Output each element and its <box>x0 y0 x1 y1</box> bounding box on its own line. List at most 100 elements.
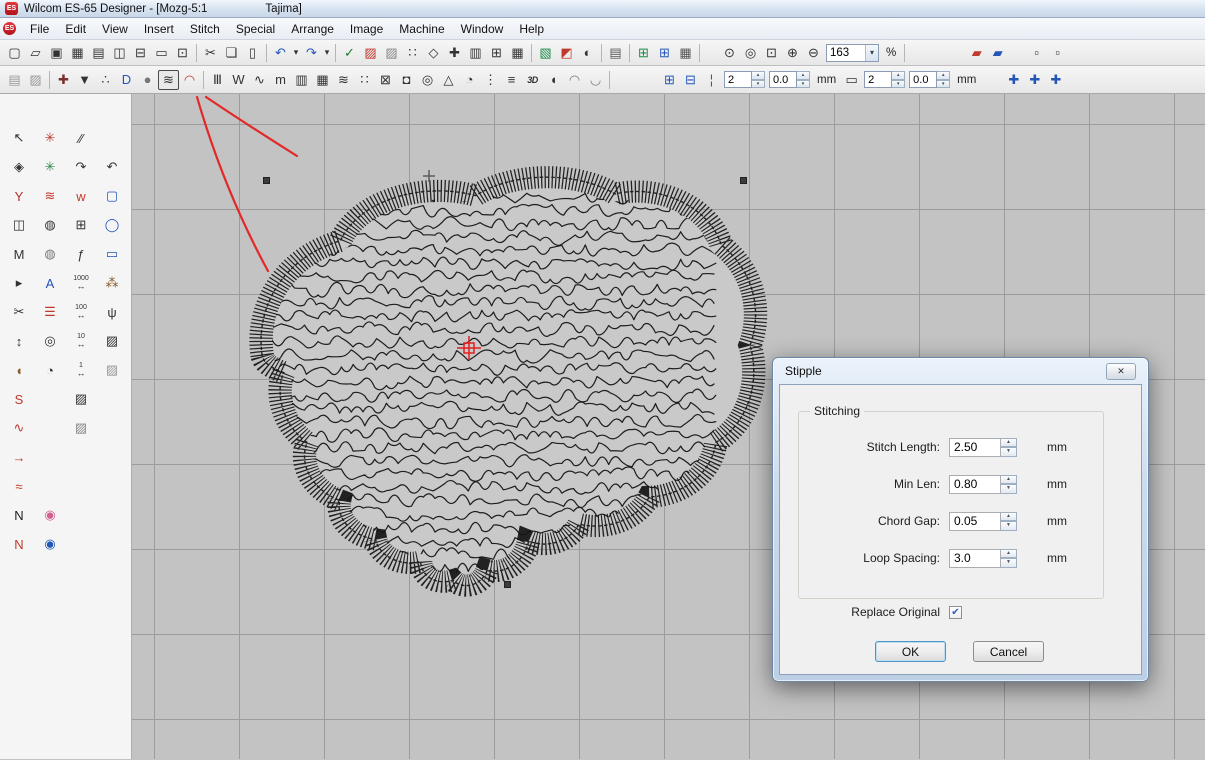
guide-offset-spinner-up[interactable]: ▲ <box>937 71 950 80</box>
pan-icon[interactable]: ✚ <box>1003 70 1024 90</box>
travel-1-tool[interactable]: 1↔ <box>69 358 93 382</box>
zigzag-run-tool[interactable]: ∿ <box>7 416 31 440</box>
menu-window[interactable]: Window <box>453 20 512 38</box>
loop-spacing-input[interactable] <box>949 549 1001 568</box>
zoom-in-icon[interactable]: ⊕ <box>782 43 803 63</box>
stipple-run-icon[interactable]: ≋ <box>158 70 179 90</box>
menu-file[interactable]: File <box>22 20 57 38</box>
texture-a-tool[interactable]: ▨ <box>100 329 124 353</box>
stitch-length-up[interactable]: ▲ <box>1001 438 1017 448</box>
chord-gap-down[interactable]: ▼ <box>1001 521 1017 531</box>
open-design-icon[interactable]: ▱ <box>25 43 46 63</box>
ripple-fill-icon[interactable]: ◔ <box>459 70 480 90</box>
zoom-previous-icon[interactable]: ◎ <box>740 43 761 63</box>
column-digitize-icon[interactable]: D <box>116 70 137 90</box>
jump-stitch-icon[interactable]: ∴ <box>95 70 116 90</box>
flower-fill-tool[interactable]: ✳ <box>38 126 62 150</box>
chord-gap-input[interactable] <box>949 512 1001 531</box>
zigzag-stitch-icon[interactable]: W <box>228 70 249 90</box>
kiosk-tool[interactable]: ◎ <box>38 329 62 353</box>
grid-offset-x-spinner-input[interactable] <box>769 71 797 88</box>
sequence-film-icon[interactable]: ▦ <box>675 43 696 63</box>
paste-icon[interactable]: ▯ <box>242 43 263 63</box>
cut-object-tool[interactable]: ✂ <box>7 300 31 324</box>
red-hatch-icon[interactable]: ▨ <box>360 43 381 63</box>
lettering-tool[interactable]: A <box>38 271 62 295</box>
menu-machine[interactable]: Machine <box>391 20 452 38</box>
ellipse-shape-tool[interactable]: ◯ <box>100 213 124 237</box>
stitch-length-down[interactable]: ▼ <box>1001 447 1017 457</box>
loop-spacing-up[interactable]: ▲ <box>1001 549 1017 559</box>
film-strip-icon[interactable]: ▤ <box>605 43 626 63</box>
run-n-tool[interactable]: N <box>7 503 31 527</box>
save-as-icon[interactable]: ▦ <box>67 43 88 63</box>
snap-grid-icon[interactable]: ⊟ <box>680 70 701 90</box>
new-design-icon[interactable]: ▢ <box>4 43 25 63</box>
copy-icon[interactable]: ❏ <box>221 43 242 63</box>
slow-redraw-tool[interactable]: ▸ <box>7 271 31 295</box>
rect-shape-tool[interactable]: ▭ <box>100 242 124 266</box>
print-icon[interactable]: ▤ <box>88 43 109 63</box>
stitch-list-icon[interactable]: ⊞ <box>486 43 507 63</box>
menu-view[interactable]: View <box>94 20 136 38</box>
min-len-up[interactable]: ▲ <box>1001 475 1017 485</box>
grid-punch-tool[interactable]: ⊞ <box>69 213 93 237</box>
cancel-button[interactable]: Cancel <box>973 641 1044 662</box>
grid-spacing-spinner-input[interactable] <box>724 71 752 88</box>
crosshair-icon[interactable]: ✚ <box>444 43 465 63</box>
document-logo-icon[interactable]: ES <box>3 22 16 35</box>
embroidery-design-object[interactable] <box>261 177 755 587</box>
replace-original-checkbox[interactable]: ✔ <box>949 606 962 619</box>
redo-dropdown-icon[interactable]: ▾ <box>322 43 332 63</box>
curve-bottom-icon[interactable]: ◡ <box>585 70 606 90</box>
blue-target-tool[interactable]: ◉ <box>38 532 62 556</box>
satin-stitch-icon[interactable]: Ⅲ <box>207 70 228 90</box>
guides-icon[interactable]: ¦ <box>701 70 722 90</box>
menu-insert[interactable]: Insert <box>136 20 182 38</box>
outline-lines-icon[interactable]: ≡ <box>501 70 522 90</box>
wave-run-tool[interactable]: w <box>69 184 93 208</box>
stipple-fill-icon[interactable]: ∷ <box>354 70 375 90</box>
print-preview-icon[interactable]: ◫ <box>109 43 130 63</box>
center-design-icon[interactable]: ✚ <box>1045 70 1066 90</box>
menu-edit[interactable]: Edit <box>57 20 94 38</box>
hatch-fill-tool[interactable]: ∕∕ <box>69 126 93 150</box>
send-email-icon[interactable]: ▭ <box>151 43 172 63</box>
min-len-input[interactable] <box>949 475 1001 494</box>
fur-stitch-tool[interactable]: ◍ <box>38 213 62 237</box>
guide-spacing-spinner-input[interactable] <box>864 71 892 88</box>
pink-target-tool[interactable]: ◉ <box>38 503 62 527</box>
travel-10-tool[interactable]: 10↔ <box>69 329 93 353</box>
motif-stamp-tool[interactable]: ◍ <box>38 242 62 266</box>
menu-image[interactable]: Image <box>342 20 391 38</box>
move-design-icon[interactable]: ✚ <box>1024 70 1045 90</box>
stitch-length-input[interactable] <box>949 438 1001 457</box>
cut-icon[interactable]: ✂ <box>200 43 221 63</box>
ruler-icon[interactable]: ▭ <box>841 70 862 90</box>
tatami-fill-icon[interactable]: ▥ <box>291 70 312 90</box>
min-len-down[interactable]: ▼ <box>1001 484 1017 494</box>
jump-run-tool[interactable]: → <box>7 445 31 469</box>
pattern-fill-icon[interactable]: ▦ <box>312 70 333 90</box>
contour-fill-icon[interactable]: ◎ <box>417 70 438 90</box>
grid-offset-x-spinner-down[interactable]: ▼ <box>797 80 810 89</box>
zoom-1x-icon[interactable]: ⊙ <box>719 43 740 63</box>
zoom-level-combo-dropdown[interactable]: ▾ <box>865 45 878 61</box>
reshape-tool[interactable]: ◈ <box>7 155 31 179</box>
needle-points-icon[interactable]: ✚ <box>53 70 74 90</box>
backdrop-dim-icon[interactable]: ▤ <box>4 70 25 90</box>
square-shape-tool[interactable]: ▢ <box>100 184 124 208</box>
triple-run-tool[interactable]: ≋ <box>38 184 62 208</box>
selection-handle-top-right[interactable] <box>740 177 747 184</box>
backdrop-hide-icon[interactable]: ▨ <box>25 70 46 90</box>
chord-gap-up[interactable]: ▲ <box>1001 512 1017 522</box>
branch-tool[interactable]: Y <box>7 184 31 208</box>
trapunto-icon[interactable]: ◖ <box>543 70 564 90</box>
grid-offset-x-spinner-up[interactable]: ▲ <box>797 71 810 80</box>
insert-object-icon[interactable]: ▫ <box>1026 43 1047 63</box>
undo-icon[interactable]: ↶ <box>270 43 291 63</box>
select-tool[interactable]: ↖ <box>7 126 31 150</box>
write-to-card-icon[interactable]: ⊡ <box>172 43 193 63</box>
pattern-a-tool[interactable]: ▨ <box>69 387 93 411</box>
e-stitch-icon[interactable]: ∿ <box>249 70 270 90</box>
